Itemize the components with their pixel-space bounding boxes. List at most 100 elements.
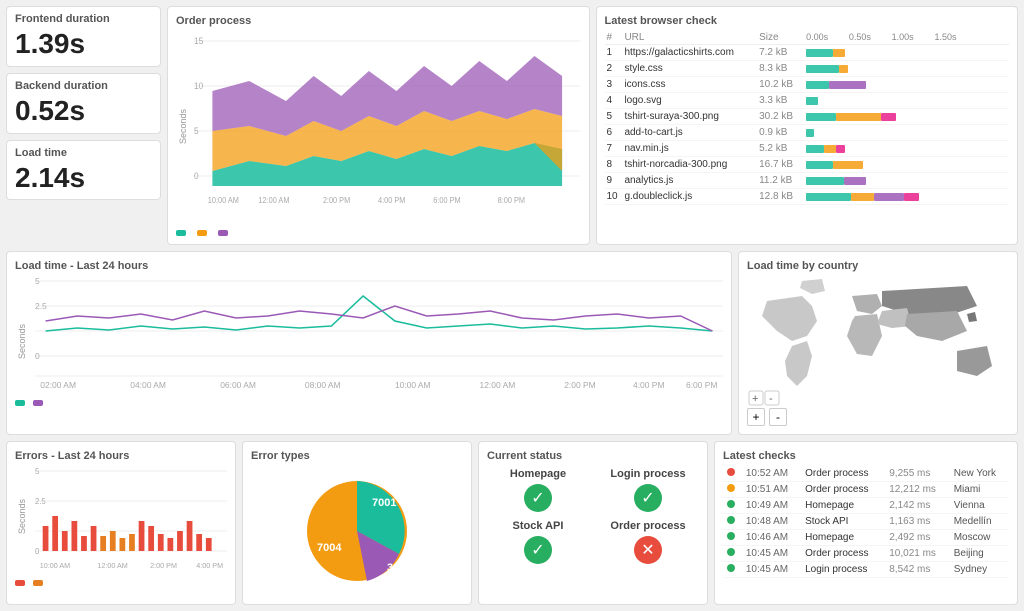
latest-checks-card: Latest checks 10:52 AM Order process 9,2… <box>714 441 1018 605</box>
row-url: logo.svg <box>622 93 757 109</box>
check-name: Order process <box>801 466 885 482</box>
status-homepage-label: Homepage <box>510 468 566 480</box>
row-bars <box>802 189 1009 205</box>
check-dot <box>723 546 742 562</box>
row-size: 7.2 kB <box>757 45 802 61</box>
svg-text:2.5: 2.5 <box>35 497 46 506</box>
browser-row: 6 add-to-cart.js 0.9 kB <box>605 125 1010 141</box>
row-bars <box>802 93 1009 109</box>
svg-text:12:00 AM: 12:00 AM <box>97 561 127 570</box>
browser-row: 4 logo.svg 3.3 kB <box>605 93 1010 109</box>
status-order-process-label: Order process <box>610 520 685 532</box>
row-size: 3.3 kB <box>757 93 802 109</box>
check-row: 10:49 AM Homepage 2,142 ms Vienna <box>723 498 1009 514</box>
backend-duration-value: 0.52s <box>15 96 152 127</box>
svg-text:-: - <box>769 393 773 405</box>
svg-text:4:00 PM: 4:00 PM <box>378 196 405 205</box>
row-num: 4 <box>605 93 623 109</box>
browser-check-card: Latest browser check # URL Size 0.00s 0.… <box>596 6 1019 245</box>
latest-checks-title: Latest checks <box>723 450 1009 462</box>
check-row: 10:51 AM Order process 12,212 ms Miami <box>723 482 1009 498</box>
browser-row: 2 style.css 8.3 kB <box>605 61 1010 77</box>
browser-row: 5 tshirt-suraya-300.png 30.2 kB <box>605 109 1010 125</box>
loadtime-label: Load time <box>15 147 152 159</box>
row-url: https://galacticshirts.com <box>622 45 757 61</box>
map-zoom-out[interactable]: - <box>769 408 787 426</box>
col-url: URL <box>622 31 757 45</box>
svg-text:0: 0 <box>35 352 40 361</box>
status-homepage-icon: ✓ <box>524 484 552 512</box>
svg-text:3009: 3009 <box>387 562 411 574</box>
current-status-title: Current status <box>487 450 699 462</box>
row-bars <box>802 125 1009 141</box>
check-ms: 9,255 ms <box>885 466 949 482</box>
map-svg: + - <box>747 276 1009 406</box>
load-time-24h-legend <box>15 400 723 406</box>
svg-text:10:00 AM: 10:00 AM <box>208 196 239 205</box>
check-row: 10:46 AM Homepage 2,492 ms Moscow <box>723 530 1009 546</box>
svg-text:12:00 AM: 12:00 AM <box>258 196 289 205</box>
svg-text:2:00 PM: 2:00 PM <box>323 196 350 205</box>
check-time: 10:45 AM <box>742 562 801 578</box>
row-url: add-to-cart.js <box>622 125 757 141</box>
check-dot <box>723 466 742 482</box>
svg-text:15: 15 <box>194 36 203 46</box>
row-size: 12.8 kB <box>757 189 802 205</box>
row-url: analytics.js <box>622 173 757 189</box>
latest-checks-table: 10:52 AM Order process 9,255 ms New York… <box>723 466 1009 578</box>
svg-text:06:00 AM: 06:00 AM <box>220 381 256 390</box>
browser-row: 8 tshirt-norcadia-300.png 16.7 kB <box>605 157 1010 173</box>
svg-text:04:00 AM: 04:00 AM <box>130 381 166 390</box>
status-login-label: Login process <box>610 468 685 480</box>
current-status-card: Current status Homepage ✓ Login process … <box>478 441 708 605</box>
check-city: Beijing <box>950 546 1009 562</box>
browser-row: 9 analytics.js 11.2 kB <box>605 173 1010 189</box>
svg-text:0: 0 <box>194 171 199 181</box>
error-types-title: Error types <box>251 450 463 462</box>
backend-duration-card: Backend duration 0.52s <box>6 73 161 134</box>
svg-text:0: 0 <box>35 547 40 556</box>
check-city: Vienna <box>950 498 1009 514</box>
svg-text:7004: 7004 <box>317 542 342 554</box>
check-time: 10:51 AM <box>742 482 801 498</box>
row-num: 1 <box>605 45 623 61</box>
errors-legend <box>15 580 227 586</box>
svg-text:2:00 PM: 2:00 PM <box>150 561 177 570</box>
error-types-card: Error types 7001 3009 7004 <box>242 441 472 605</box>
check-city: Miami <box>950 482 1009 498</box>
world-map: + - <box>747 276 1009 406</box>
col-size: Size <box>757 31 802 45</box>
svg-text:10:00 AM: 10:00 AM <box>40 561 70 570</box>
order-process-legend <box>176 230 581 236</box>
row-url: icons.css <box>622 77 757 93</box>
check-time: 10:52 AM <box>742 466 801 482</box>
check-city: New York <box>950 466 1009 482</box>
check-dot <box>723 562 742 578</box>
row-num: 9 <box>605 173 623 189</box>
row-num: 2 <box>605 61 623 77</box>
map-zoom-in[interactable]: + <box>747 408 765 426</box>
load-time-24h-card: Load time - Last 24 hours Seconds 5 2.5 … <box>6 251 732 435</box>
row-url: style.css <box>622 61 757 77</box>
frontend-duration-value: 1.39s <box>15 29 152 60</box>
error-types-pie: 7001 3009 7004 <box>292 466 422 596</box>
row-size: 5.2 kB <box>757 141 802 157</box>
errors-24h-chart: 5 2.5 0 <box>35 466 227 571</box>
svg-text:5: 5 <box>35 467 40 476</box>
check-name: Stock API <box>801 514 885 530</box>
check-dot <box>723 498 742 514</box>
row-size: 0.9 kB <box>757 125 802 141</box>
svg-text:12:00 AM: 12:00 AM <box>480 381 516 390</box>
status-stock-api-label: Stock API <box>513 520 564 532</box>
svg-text:5: 5 <box>194 126 199 136</box>
errors-24h-card: Errors - Last 24 hours Seconds 5 2.5 0 <box>6 441 236 605</box>
status-stock-api: Stock API ✓ <box>487 520 589 564</box>
load-time-24h-chart: 5 2.5 0 02:00 AM 04:00 AM 06:00 AM 08:00… <box>35 276 723 391</box>
row-size: 10.2 kB <box>757 77 802 93</box>
check-ms: 10,021 ms <box>885 546 949 562</box>
check-name: Order process <box>801 482 885 498</box>
row-url: g.doubleclick.js <box>622 189 757 205</box>
row-num: 3 <box>605 77 623 93</box>
svg-text:+: + <box>752 393 758 405</box>
row-num: 6 <box>605 125 623 141</box>
